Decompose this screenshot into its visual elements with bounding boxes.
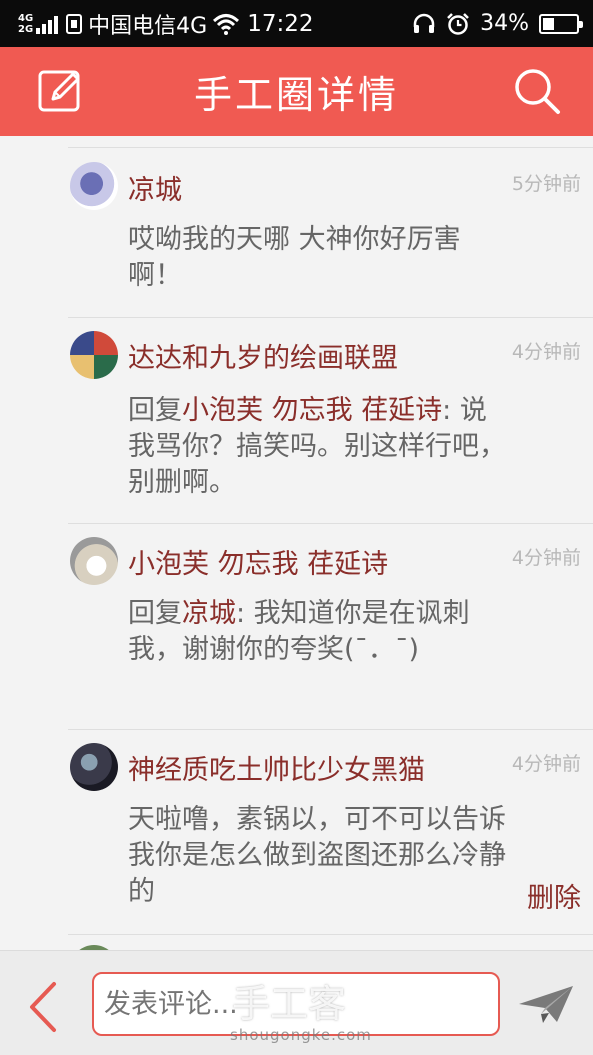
- comment-time: 4分钟前: [511, 341, 581, 363]
- reply-mention[interactable]: 小泡芙 勿忘我 荏延诗: [182, 395, 442, 426]
- search-icon: [515, 69, 560, 114]
- page-title: 手工圈详情: [193, 73, 399, 117]
- divider: [68, 317, 593, 318]
- send-button[interactable]: [517, 984, 575, 1024]
- search-button[interactable]: [511, 65, 563, 117]
- comment-time: 4分钟前: [511, 753, 581, 775]
- comment-list[interactable]: 凉城 5分钟前 哎呦我的天哪 大神你好厉害啊！ 达达和九岁的绘画联盟 4分钟前 …: [0, 136, 593, 950]
- chevron-left-icon: [30, 982, 56, 1032]
- edit-button[interactable]: [35, 65, 87, 117]
- divider: [68, 729, 593, 730]
- comment-text: 回复凉城: 我知道你是在讽刺我，谢谢你的夸奖(¯．¯): [128, 596, 513, 668]
- network-type-top: 4G: [18, 12, 34, 24]
- battery-level: [543, 17, 554, 30]
- network-type: 4G 2G: [18, 13, 33, 35]
- delete-button[interactable]: 删除: [527, 876, 581, 915]
- sim-icon: [66, 13, 83, 34]
- avatar[interactable]: [70, 537, 118, 585]
- avatar[interactable]: [70, 331, 118, 379]
- reply-prefix: 回复: [128, 598, 182, 629]
- comment-time: 4分钟前: [511, 547, 581, 569]
- avatar[interactable]: [70, 743, 118, 791]
- signal-icon: [36, 14, 59, 34]
- comment-input-bar: 手工客 shougongke.com: [0, 950, 593, 1055]
- clock-time: 17:22: [247, 10, 314, 37]
- headset-icon: [413, 13, 435, 33]
- comment-text: 天啦噜，素锅以，可不可以告诉我你是怎么做到盗图还那么冷静的: [128, 804, 506, 907]
- network-type-bottom: 2G: [18, 23, 34, 35]
- edit-icon: [38, 70, 80, 112]
- reply-prefix: 回复: [128, 395, 182, 426]
- wifi-icon: [213, 13, 240, 35]
- comment-time: 5分钟前: [511, 173, 581, 195]
- back-button[interactable]: [26, 981, 60, 1033]
- comment-text: 回复小泡芙 勿忘我 荏延诗: 说我骂你？搞笑吗。别这样行吧，别删啊。: [128, 393, 513, 501]
- app-header: 手工圈详情: [0, 47, 593, 136]
- carrier-name: 中国电信4G: [88, 13, 208, 39]
- battery-percent: 34%: [480, 11, 529, 36]
- status-bar: 4G 2G 中国电信4G 17:22 34%: [0, 0, 593, 47]
- battery-icon: [539, 13, 583, 34]
- comment-author[interactable]: 凉城: [128, 168, 182, 207]
- divider: [68, 147, 593, 148]
- comment-text: 哎呦我的天哪 大神你好厉害啊！: [128, 224, 461, 291]
- alarm-icon: [447, 12, 469, 35]
- comment-input[interactable]: [92, 972, 500, 1036]
- avatar[interactable]: [70, 162, 118, 210]
- send-icon: [519, 986, 573, 1023]
- comment-author[interactable]: 小泡芙 勿忘我 荏延诗: [128, 542, 388, 581]
- comment-author[interactable]: 神经质吃土帅比少女黑猫: [128, 748, 425, 787]
- reply-mention[interactable]: 凉城: [182, 598, 236, 629]
- divider: [68, 523, 593, 524]
- divider: [68, 934, 593, 935]
- comment-author[interactable]: 达达和九岁的绘画联盟: [128, 336, 398, 375]
